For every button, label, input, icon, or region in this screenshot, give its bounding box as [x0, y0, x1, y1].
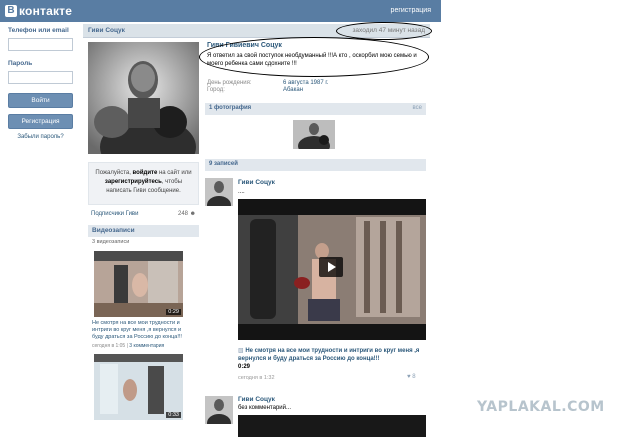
vk-logo[interactable]: В контакте — [5, 4, 72, 18]
signup-link[interactable]: зарегистрируйтесь — [105, 179, 162, 185]
password-input[interactable] — [8, 71, 73, 84]
phone-input[interactable] — [8, 38, 73, 51]
post-text-2: без комментарий... — [238, 405, 291, 411]
post-video-title-text: Не смотря на все мои трудности и интриги… — [238, 348, 420, 362]
birthday-value[interactable]: 6 августа 1987 г. — [283, 80, 328, 86]
full-name: Гиви Гивиевич Соцук — [207, 42, 282, 49]
page-title: Гиви Соцук — [88, 27, 125, 34]
top-bar: В контакте регистрация — [0, 0, 441, 22]
like-count: 8 — [412, 374, 416, 380]
city-row: Город: Абакан — [205, 87, 426, 93]
birthday-row: День рождения: 6 августа 1987 г. — [205, 80, 426, 86]
watermark: YAPLAKAL.COM — [477, 399, 605, 415]
avatar-image — [205, 178, 233, 206]
photo-thumbnail-image — [293, 120, 335, 149]
logo-letter: В — [5, 5, 17, 17]
photo-thumbnail[interactable] — [293, 120, 335, 149]
post-video-2[interactable] — [238, 415, 426, 437]
login-prompt-text: Пожалуйста, — [95, 170, 133, 176]
videos-count: 3 видеозаписи — [92, 239, 130, 245]
photos-header: 1 фотография — [209, 105, 252, 111]
post-author-2[interactable]: Гиви Соцук — [238, 396, 275, 403]
profile-photo[interactable] — [88, 42, 199, 154]
video-duration-2: 0:33 — [166, 412, 181, 418]
profile-column: Пожалуйста, войдите на сайт или зарегист… — [88, 42, 199, 420]
avatar-2-image — [205, 396, 233, 424]
like-button[interactable]: ♥ 8 — [407, 374, 416, 380]
page-header: Гиви Соцук заходил 47 минут назад — [83, 24, 430, 38]
wall-header: 9 записей — [209, 161, 238, 167]
online-status: заходил 47 минут назад — [352, 27, 425, 34]
video-thumbnail-2[interactable]: 0:33 — [94, 354, 183, 420]
profile-photo-image — [88, 42, 199, 154]
login-prompt: Пожалуйста, войдите на сайт или зарегист… — [88, 162, 199, 205]
subscribers-row[interactable]: Подписчики Гиви 248 ☻ — [88, 211, 199, 217]
post-author[interactable]: Гиви Соцук — [238, 179, 275, 186]
photos-all-link[interactable]: все — [413, 105, 422, 113]
login-button[interactable]: Войти — [8, 93, 73, 108]
avatar-2[interactable] — [205, 396, 233, 424]
post-video-duration: 0:29 — [238, 364, 251, 370]
avatar[interactable] — [205, 178, 233, 206]
logo-text: контакте — [19, 4, 73, 18]
login-panel: Телефон или email Пароль Войти Регистрац… — [8, 27, 76, 140]
post-video[interactable] — [238, 199, 426, 340]
video-title[interactable]: Не смотря на все мои трудности и интриги… — [92, 320, 192, 341]
status-text: Я ответил за свой поступок необдуманный … — [207, 53, 417, 67]
video-duration: 0:29 — [166, 309, 181, 315]
password-label: Пароль — [8, 60, 33, 67]
play-icon[interactable] — [319, 257, 343, 277]
video-thumbnail-2-image — [94, 354, 183, 420]
info-column: Гиви Гивиевич Соцук Я ответил за свой по… — [205, 42, 426, 171]
phone-label: Телефон или email — [8, 27, 69, 34]
post-text: .... — [238, 189, 245, 195]
birthday-label: День рождения: — [207, 80, 252, 86]
video-date: сегодня в 1:05 — [92, 343, 126, 349]
photos-bar[interactable]: 1 фотография все — [205, 103, 426, 115]
subscribers-label: Подписчики Гиви — [91, 211, 139, 217]
video-icon: ▧ — [238, 348, 244, 354]
heart-icon: ♥ — [407, 374, 411, 380]
wall-bar: 9 записей — [205, 159, 426, 171]
post-date[interactable]: сегодня в 1:32 — [238, 375, 275, 381]
login-prompt-text-2: на сайт или — [157, 170, 192, 176]
video-meta: сегодня в 1:05 | 3 комментария — [92, 343, 165, 349]
videos-header[interactable]: Видеозаписи — [88, 225, 199, 237]
register-link[interactable]: регистрация — [391, 7, 431, 14]
people-icon: ☻ — [189, 211, 196, 217]
video-thumbnail-image — [94, 251, 183, 317]
video-comments[interactable]: 3 комментария — [129, 343, 164, 349]
subscribers-count: 248 — [177, 211, 188, 217]
forgot-password-link[interactable]: Забыли пароль? — [8, 134, 73, 140]
register-button[interactable]: Регистрация — [8, 114, 73, 129]
city-value[interactable]: Абакан — [283, 87, 303, 93]
video-thumbnail[interactable]: 0:29 — [94, 251, 183, 317]
login-link[interactable]: войдите — [133, 170, 158, 176]
city-label: Город: — [207, 87, 225, 93]
post-video-title[interactable]: ▧ Не смотря на все мои трудности и интри… — [238, 347, 422, 363]
